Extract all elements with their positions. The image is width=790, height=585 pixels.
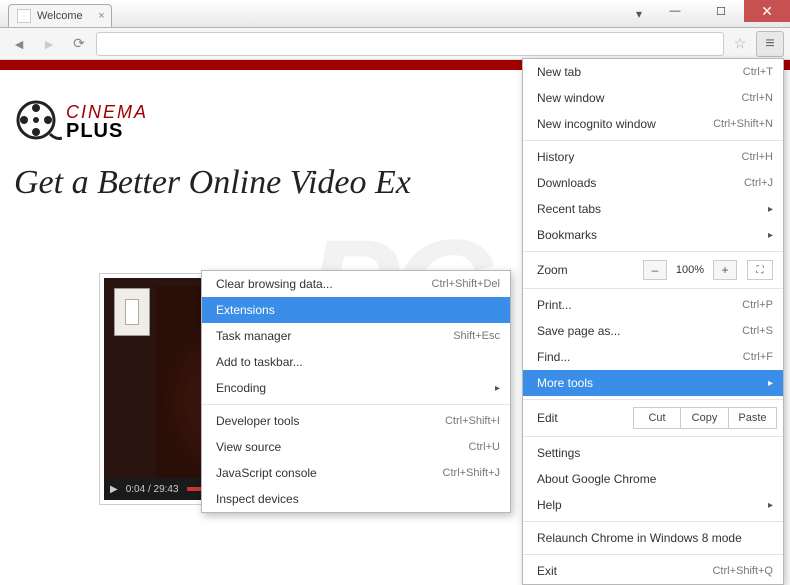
bookmark-star-icon[interactable]: ☆ [728,35,752,52]
paste-button[interactable]: Paste [729,407,777,429]
browser-toolbar: ◄ ► ⟳ ☆ ≡ [0,28,790,60]
menu-about[interactable]: About Google Chrome [523,466,783,492]
film-reel-icon [14,98,62,146]
chrome-menu-button[interactable]: ≡ [756,31,784,57]
menu-view-source[interactable]: View sourceCtrl+U [202,434,510,460]
user-icon[interactable]: ▾ [626,0,652,27]
menu-javascript-console[interactable]: JavaScript consoleCtrl+Shift+J [202,460,510,486]
fullscreen-button[interactable]: ⛶ [747,260,773,280]
forward-button[interactable]: ► [36,31,62,57]
menu-bookmarks[interactable]: Bookmarks▸ [523,222,783,248]
new-tab-button[interactable] [112,0,132,27]
zoom-out-button[interactable]: – [643,260,667,280]
menu-add-to-taskbar[interactable]: Add to taskbar... [202,349,510,375]
minimize-button[interactable]: — [652,0,698,22]
menu-extensions[interactable]: Extensions [202,297,510,323]
menu-new-incognito[interactable]: New incognito windowCtrl+Shift+N [523,111,783,137]
menu-recent-tabs[interactable]: Recent tabs▸ [523,196,783,222]
window-titlebar: Welcome × ▾ — ☐ ✕ [0,0,790,28]
menu-task-manager[interactable]: Task managerShift+Esc [202,323,510,349]
menu-zoom: Zoom – 100% + ⛶ [523,255,783,285]
menu-more-tools[interactable]: More tools▸ [523,370,783,396]
reload-button[interactable]: ⟳ [66,31,92,57]
menu-save-page-as[interactable]: Save page as...Ctrl+S [523,318,783,344]
menu-new-tab[interactable]: New tabCtrl+T [523,59,783,85]
back-button[interactable]: ◄ [6,31,32,57]
favicon-icon [17,9,31,23]
address-bar[interactable] [96,32,724,56]
menu-find[interactable]: Find...Ctrl+F [523,344,783,370]
light-switch-icon [114,288,150,336]
tab-title: Welcome [37,10,83,22]
menu-settings[interactable]: Settings [523,440,783,466]
menu-edit: Edit Cut Copy Paste [523,403,783,433]
menu-clear-browsing-data[interactable]: Clear browsing data...Ctrl+Shift+Del [202,271,510,297]
play-icon[interactable]: ▶ [110,484,118,495]
menu-help[interactable]: Help▸ [523,492,783,518]
more-tools-submenu: Clear browsing data...Ctrl+Shift+Del Ext… [201,270,511,513]
copy-button[interactable]: Copy [681,407,729,429]
maximize-button[interactable]: ☐ [698,0,744,22]
menu-encoding[interactable]: Encoding▸ [202,375,510,401]
menu-new-window[interactable]: New windowCtrl+N [523,85,783,111]
logo-text-plus: PLUS [66,121,148,141]
menu-relaunch-windows8[interactable]: Relaunch Chrome in Windows 8 mode [523,525,783,551]
zoom-value: 100% [673,264,707,276]
menu-developer-tools[interactable]: Developer toolsCtrl+Shift+I [202,408,510,434]
browser-tab[interactable]: Welcome × [8,4,112,27]
menu-exit[interactable]: ExitCtrl+Shift+Q [523,558,783,584]
menu-print[interactable]: Print...Ctrl+P [523,292,783,318]
video-time: 0:04 / 29:43 [126,484,179,495]
menu-inspect-devices[interactable]: Inspect devices [202,486,510,512]
menu-downloads[interactable]: DownloadsCtrl+J [523,170,783,196]
menu-history[interactable]: HistoryCtrl+H [523,144,783,170]
close-tab-icon[interactable]: × [98,10,104,22]
logo-text-cinema: CINEMA [66,103,148,121]
chrome-main-menu: New tabCtrl+T New windowCtrl+N New incog… [522,58,784,585]
zoom-in-button[interactable]: + [713,260,737,280]
cut-button[interactable]: Cut [633,407,681,429]
close-window-button[interactable]: ✕ [744,0,790,22]
